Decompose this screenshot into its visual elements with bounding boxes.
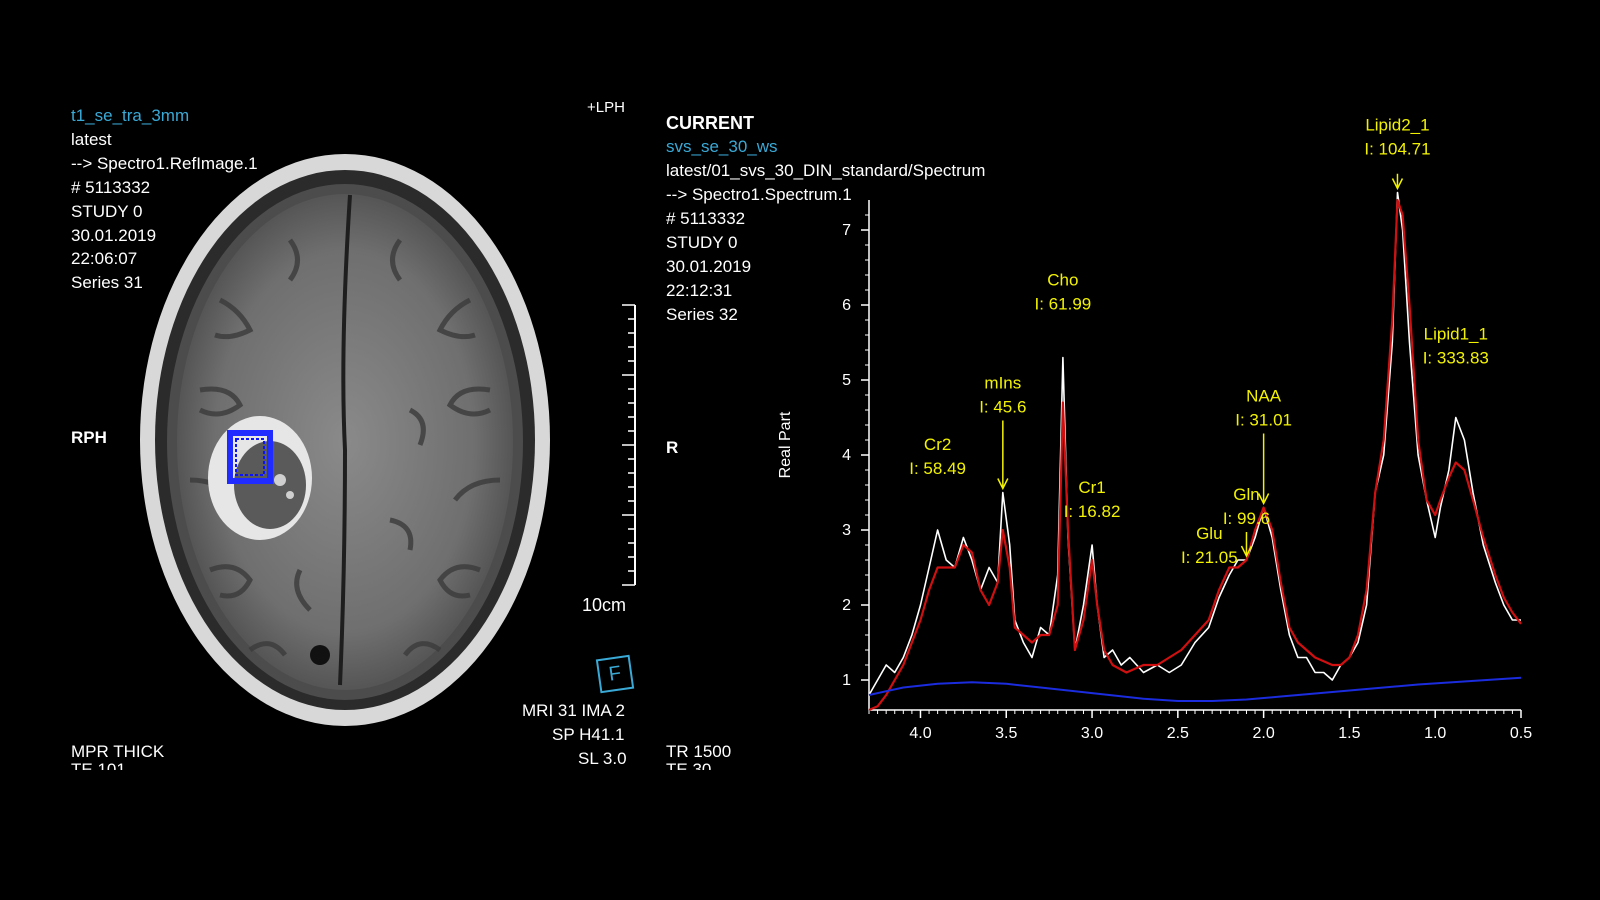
peak-label: Lipid1_1 xyxy=(1424,325,1488,344)
y-tick-label: 2 xyxy=(842,597,851,614)
peak-label: Cr1 xyxy=(1078,478,1105,497)
peak-label: Lipid2_1 xyxy=(1365,116,1429,135)
x-tick-label: 3.5 xyxy=(995,725,1017,742)
baseline-line xyxy=(868,676,1522,702)
x-tick-label: 3.0 xyxy=(1081,725,1103,742)
peak-value: I: 58.49 xyxy=(909,459,966,478)
x-tick-label: 4.0 xyxy=(909,725,931,742)
spectrum-chart[interactable]: 4.0 3.5 3.0 2.5 2.0 1.5 1.0 0.5 1 2 3 4 5 6 7 Cr2 I: 58… xyxy=(0,0,1600,900)
peak-value: I: 21.05 xyxy=(1181,548,1238,567)
peak-value: I: 16.82 xyxy=(1064,502,1121,521)
peak-value: I: 45.6 xyxy=(979,398,1026,417)
peak-label: mIns xyxy=(984,374,1021,393)
x-tick-label: 0.5 xyxy=(1510,725,1532,742)
x-tick-label: 1.5 xyxy=(1338,725,1360,742)
y-tick-label: 5 xyxy=(842,372,851,389)
peak-label: Cr2 xyxy=(924,435,951,454)
y-tick-label: 1 xyxy=(842,672,851,689)
peak-value: I: 99.6 xyxy=(1223,509,1270,528)
y-tick-label: 6 xyxy=(842,297,851,314)
y-axis-label: Real Part xyxy=(777,411,794,478)
x-tick-label: 2.0 xyxy=(1253,725,1275,742)
peak-label: Glu xyxy=(1196,524,1222,543)
peak-label: Cho xyxy=(1047,271,1078,290)
fit-spectrum-line xyxy=(868,198,1522,712)
peak-value: I: 61.99 xyxy=(1035,295,1092,314)
y-tick-label: 7 xyxy=(842,222,851,239)
x-tick-label: 1.0 xyxy=(1424,725,1446,742)
peak-label: NAA xyxy=(1246,387,1282,406)
x-tick-label: 2.5 xyxy=(1167,725,1189,742)
peak-label: Gln xyxy=(1233,485,1259,504)
peak-value: I: 104.71 xyxy=(1364,140,1430,159)
y-tick-label: 3 xyxy=(842,522,851,539)
y-tick-label: 4 xyxy=(842,447,851,464)
peak-value: I: 31.01 xyxy=(1235,411,1292,430)
measured-spectrum-line xyxy=(868,191,1521,696)
peak-value: I: 333.83 xyxy=(1423,349,1489,368)
